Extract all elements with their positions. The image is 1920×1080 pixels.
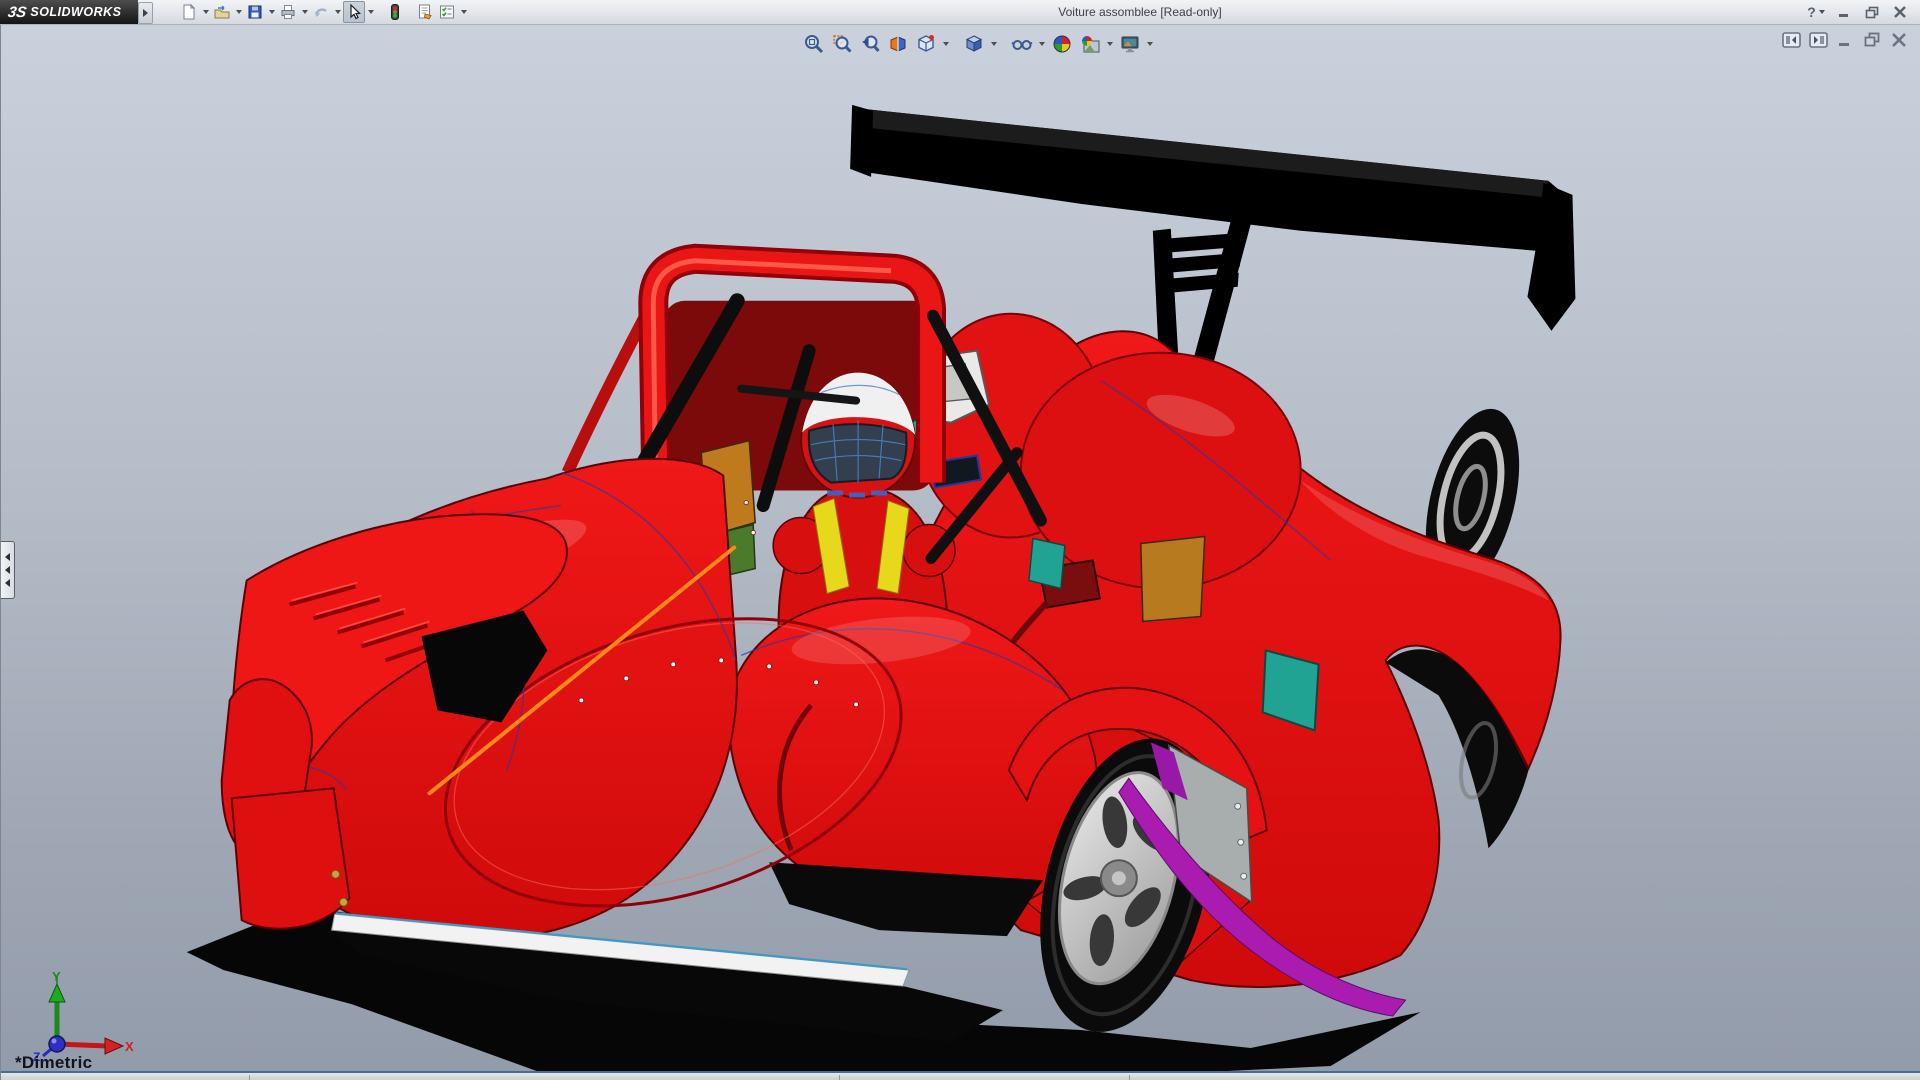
display-style-dropdown[interactable] <box>989 31 999 57</box>
select-dropdown[interactable] <box>365 1 376 23</box>
file-properties-button[interactable] <box>414 1 436 23</box>
edit-appearance-icon <box>1051 33 1073 55</box>
document-close-icon <box>1891 33 1907 47</box>
menu-flyout-button[interactable] <box>138 2 153 24</box>
view-settings-dropdown[interactable] <box>1145 31 1155 57</box>
reference-triad: Y X Z <box>17 970 137 1062</box>
solidworks-logo-mark: 3S <box>7 4 28 21</box>
select-cursor-icon <box>345 3 363 21</box>
section-view-button[interactable] <box>885 31 911 57</box>
save-button[interactable] <box>244 1 266 23</box>
hide-show-items-icon <box>1011 33 1033 55</box>
triad-x-label: X <box>125 1039 134 1054</box>
toggle-right-pane-button[interactable] <box>1808 31 1828 48</box>
close-icon <box>1893 6 1907 18</box>
edit-appearance-button[interactable] <box>1049 31 1075 57</box>
save-dropdown[interactable] <box>266 1 277 23</box>
view-orientation-button[interactable] <box>913 31 939 57</box>
undo-button[interactable] <box>310 1 332 23</box>
new-dropdown[interactable] <box>200 1 211 23</box>
minimize-icon <box>1837 6 1851 18</box>
side-amber-window <box>1141 537 1205 622</box>
section-view-icon <box>887 33 909 55</box>
help-dropdown-icon <box>1819 10 1825 14</box>
expand-pane-arrow-icon <box>5 553 10 561</box>
featuremanager-collapsed-tab[interactable] <box>1 541 15 599</box>
open-folder-icon <box>213 3 231 21</box>
document-close-button[interactable] <box>1889 31 1909 48</box>
undo-dropdown[interactable] <box>332 1 343 23</box>
file-properties-icon <box>416 3 434 21</box>
previous-view-button[interactable] <box>857 31 883 57</box>
display-style-button[interactable] <box>961 31 987 57</box>
document-restore-button[interactable] <box>1862 31 1882 48</box>
apply-scene-button[interactable] <box>1077 31 1103 57</box>
apply-scene-dropdown[interactable] <box>1105 31 1115 57</box>
zoom-to-fit-button[interactable] <box>801 31 827 57</box>
display-style-icon <box>963 33 985 55</box>
undo-icon <box>312 3 330 21</box>
view-orientation-icon <box>915 33 937 55</box>
new-document-icon <box>180 3 198 21</box>
print-icon <box>279 3 297 21</box>
zoom-to-fit-icon <box>803 33 825 55</box>
headsup-view-toolbar <box>801 31 1155 57</box>
solidworks-logo: 3S SOLIDWORKS <box>0 0 138 24</box>
print-dropdown[interactable] <box>299 1 310 23</box>
new-button[interactable] <box>178 1 200 23</box>
help-icon: ? <box>1807 4 1816 20</box>
status-bar <box>1 1071 1920 1080</box>
document-minimize-button[interactable] <box>1835 31 1855 48</box>
document-restore-icon <box>1864 32 1881 47</box>
flyout-arrow-icon <box>143 9 148 17</box>
graphics-viewport[interactable]: Y X Z *Dimetric <box>0 25 1920 1080</box>
select-button[interactable] <box>343 1 365 23</box>
solidworks-logo-text: SOLIDWORKS <box>30 5 121 19</box>
open-button[interactable] <box>211 1 233 23</box>
options-button[interactable] <box>436 1 458 23</box>
hide-show-items-dropdown[interactable] <box>1037 31 1047 57</box>
rebuild-trafficlight-icon <box>386 3 404 21</box>
toggle-right-pane-icon <box>1809 32 1828 48</box>
print-button[interactable] <box>277 1 299 23</box>
zoom-to-area-icon <box>831 33 853 55</box>
document-window-controls <box>1781 31 1909 48</box>
restore-icon <box>1865 6 1880 19</box>
triad-y-label: Y <box>52 970 61 984</box>
previous-view-icon <box>859 33 881 55</box>
toggle-left-pane-button[interactable] <box>1781 31 1801 48</box>
open-dropdown[interactable] <box>233 1 244 23</box>
save-floppy-icon <box>246 3 264 21</box>
apply-scene-icon <box>1079 33 1101 55</box>
zoom-to-area-button[interactable] <box>829 31 855 57</box>
view-settings-icon <box>1119 33 1141 55</box>
expand-pane-arrow-icon <box>5 579 10 587</box>
toggle-left-pane-icon <box>1782 32 1801 48</box>
restore-button[interactable] <box>1860 2 1884 22</box>
title-bar: 3S SOLIDWORKS <box>0 0 1920 25</box>
hide-show-items-button[interactable] <box>1009 31 1035 57</box>
options-checklist-icon <box>438 3 456 21</box>
view-orientation-dropdown[interactable] <box>941 31 951 57</box>
car-model[interactable] <box>222 105 1576 1050</box>
window-title: Voiture assomblee [Read-only] <box>1058 5 1221 19</box>
view-settings-button[interactable] <box>1117 31 1143 57</box>
expand-pane-arrow-icon <box>5 566 10 574</box>
rebuild-button[interactable] <box>384 1 406 23</box>
options-dropdown[interactable] <box>458 1 469 23</box>
window-controls: ? <box>1804 0 1912 24</box>
view-orientation-label: *Dimetric <box>15 1053 92 1073</box>
standard-toolbar <box>178 1 469 23</box>
solidworks-window: 3S SOLIDWORKS <box>0 0 1920 1080</box>
document-minimize-icon <box>1837 33 1853 47</box>
close-button[interactable] <box>1888 2 1912 22</box>
car-model-canvas[interactable] <box>1 25 1920 1080</box>
help-button[interactable]: ? <box>1804 2 1828 22</box>
minimize-button[interactable] <box>1832 2 1856 22</box>
